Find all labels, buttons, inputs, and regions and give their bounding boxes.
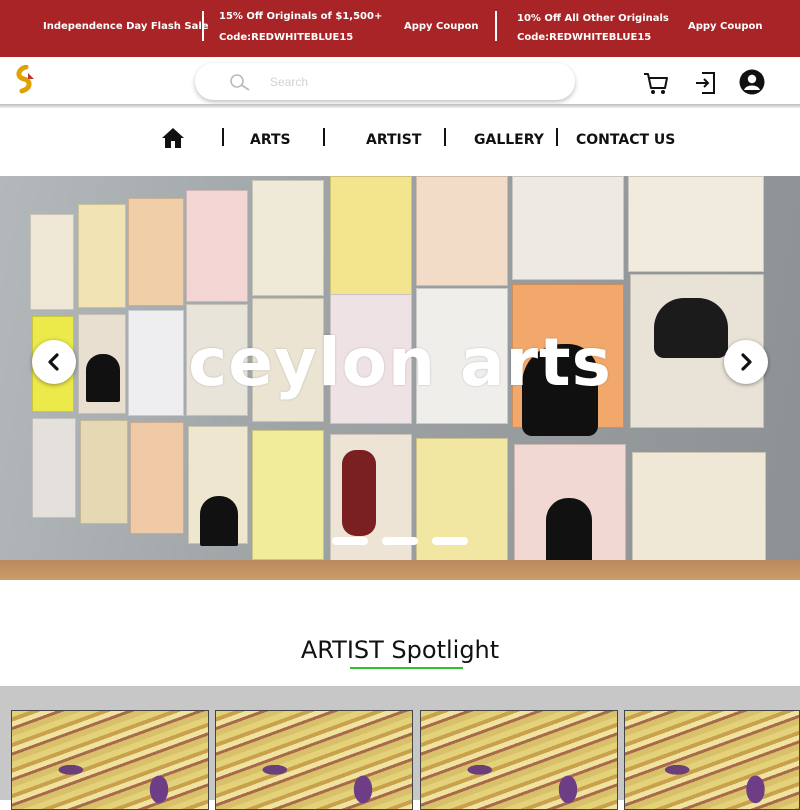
apply-coupon-button-1[interactable]: Appy Coupon <box>404 21 479 32</box>
nav-separator <box>222 128 224 146</box>
promo-offer1-line2: Code:REDWHITEBLUE15 <box>219 32 354 43</box>
spotlight-title: ARTIST Spotlight <box>300 636 500 664</box>
header <box>0 57 800 106</box>
nav-item-contact-us[interactable]: CONTACT US <box>576 132 675 148</box>
spotlight-card[interactable] <box>624 710 800 810</box>
promo-divider <box>495 11 497 41</box>
nav-item-arts[interactable]: ARTS <box>250 132 291 148</box>
apply-coupon-button-2[interactable]: Appy Coupon <box>688 21 763 32</box>
chevron-right-icon <box>741 353 752 371</box>
nav-item-gallery[interactable]: GALLERY <box>474 132 544 148</box>
user-icon[interactable] <box>738 68 766 96</box>
artwork-thumbnail <box>12 711 208 809</box>
promo-offer2-line2: Code:REDWHITEBLUE15 <box>517 32 652 43</box>
login-icon[interactable] <box>692 69 720 97</box>
search-input[interactable] <box>270 72 550 92</box>
spotlight-card[interactable] <box>215 710 413 810</box>
hero-carousel: ceylon arts <box>0 176 800 580</box>
artwork-thumbnail <box>216 711 412 809</box>
carousel-prev-button[interactable] <box>32 340 76 384</box>
main-nav: ARTS ARTIST GALLERY CONTACT US <box>0 108 800 176</box>
chevron-left-icon <box>48 353 59 371</box>
artwork-thumbnail <box>421 711 617 809</box>
nav-separator <box>323 128 325 146</box>
cart-icon[interactable] <box>642 69 670 97</box>
nav-item-artist[interactable]: ARTIST <box>366 132 421 148</box>
carousel-indicator-2[interactable] <box>382 537 418 545</box>
nav-separator <box>556 128 558 146</box>
home-icon[interactable] <box>161 127 185 149</box>
artwork-thumbnail <box>625 711 799 809</box>
carousel-next-button[interactable] <box>724 340 768 384</box>
spotlight-underline <box>350 667 463 669</box>
carousel-indicator-3[interactable] <box>432 537 468 545</box>
promo-banner: Independence Day Flash Sale 15% Off Orig… <box>0 0 800 57</box>
carousel-indicator-1[interactable] <box>332 537 368 545</box>
nav-separator <box>444 128 446 146</box>
logo-icon[interactable] <box>8 65 42 101</box>
spotlight-card[interactable] <box>420 710 618 810</box>
promo-offer1-line1: 15% Off Originals of $1,500+ <box>219 11 383 22</box>
search-bar[interactable] <box>195 63 575 100</box>
promo-offer2-line1: 10% Off All Other Originals <box>517 13 669 24</box>
hero-title: ceylon arts <box>188 324 612 401</box>
promo-headline: Independence Day Flash Sale <box>43 21 209 32</box>
search-icon[interactable] <box>228 73 252 91</box>
promo-divider <box>202 11 204 41</box>
spotlight-card[interactable] <box>11 710 209 810</box>
